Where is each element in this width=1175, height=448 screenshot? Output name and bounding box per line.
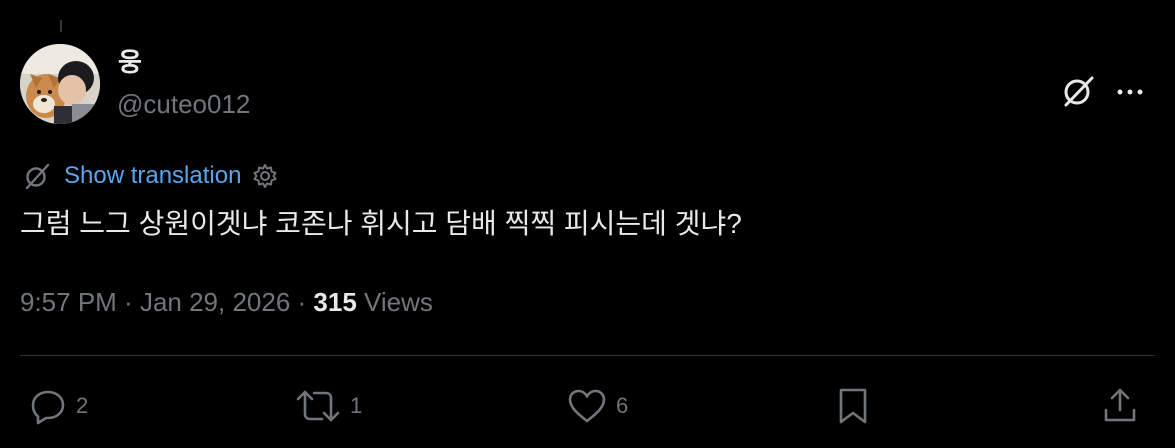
- divider: [20, 355, 1155, 356]
- post-date[interactable]: Jan 29, 2026: [140, 287, 290, 317]
- share-button[interactable]: [1102, 384, 1138, 428]
- gear-icon[interactable]: [251, 162, 279, 190]
- display-name[interactable]: 웅: [118, 46, 142, 78]
- post-text: 그럼 느그 상원이겟냐 코존나 휘시고 담배 찍찍 피시는데 겟냐?: [20, 208, 742, 239]
- meta-separator: ·: [290, 287, 314, 317]
- meta-separator: ·: [116, 287, 140, 317]
- bookmark-icon: [839, 388, 867, 424]
- share-icon: [1104, 388, 1136, 422]
- grok-icon: [1064, 76, 1094, 107]
- views-count: 315: [313, 287, 357, 317]
- post-time[interactable]: 9:57 PM: [20, 287, 117, 317]
- user-handle[interactable]: @cuteo012: [117, 88, 250, 120]
- like-count: 6: [616, 393, 629, 418]
- heart-icon: [568, 389, 606, 423]
- like-button[interactable]: 6: [566, 384, 628, 428]
- repost-button[interactable]: 1: [294, 384, 362, 428]
- avatar-image: [20, 44, 100, 124]
- bookmark-button[interactable]: [836, 384, 870, 428]
- repost-icon: [296, 390, 340, 422]
- more-button[interactable]: [1112, 80, 1148, 104]
- post-meta: 9:57 PM · Jan 29, 2026 · 315 Views: [20, 284, 433, 320]
- avatar[interactable]: [20, 44, 100, 124]
- grok-button[interactable]: [1061, 74, 1095, 108]
- translation-bar: Show translation: [22, 160, 279, 192]
- repost-count: 1: [350, 393, 363, 418]
- reply-count: 2: [76, 393, 89, 418]
- reply-button[interactable]: 2: [28, 384, 88, 428]
- post-detail: 웅 @cuteo012 Show translation 그럼 느그 상원이겟냐…: [0, 0, 1175, 448]
- translate-icon: [25, 163, 50, 190]
- more-icon: [1117, 89, 1143, 95]
- views-label: Views: [356, 287, 433, 317]
- show-translation-link[interactable]: Show translation: [64, 160, 241, 192]
- reply-icon: [31, 390, 65, 425]
- thread-line: [60, 20, 62, 32]
